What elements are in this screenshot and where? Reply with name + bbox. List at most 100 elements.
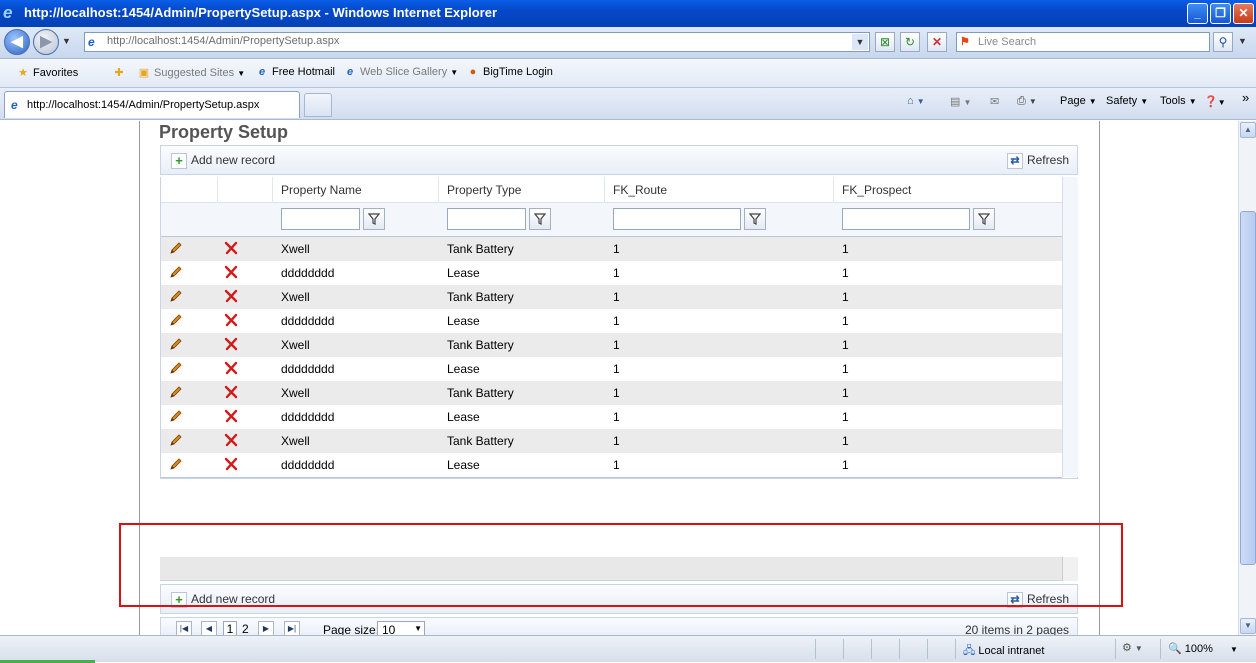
address-dropdown-icon[interactable]: ▼ (852, 34, 868, 50)
web-slice-gallery-link[interactable]: e Web Slice Gallery ▼ (343, 66, 458, 78)
search-options-icon[interactable]: ▼ (1238, 36, 1247, 46)
search-placeholder: Live Search (978, 36, 1037, 48)
edit-pencil-icon[interactable] (169, 433, 183, 447)
compatibility-view-button[interactable]: ⊠ (875, 32, 895, 52)
page-viewport: Property Setup + Add new record ⇄ Refresh … (0, 121, 1238, 635)
home-icon[interactable]: ⌂ ▼ (907, 95, 925, 107)
scroll-down-icon[interactable]: ▼ (1240, 618, 1256, 634)
page-2-link[interactable]: 2 (242, 622, 249, 635)
refresh-page-icon[interactable]: ↻ (900, 32, 920, 52)
grid-header: Property Name Property Type FK_Route FK_… (161, 177, 1062, 203)
header-fk-prospect[interactable]: FK_Prospect (833, 177, 1062, 203)
tab-row: e http://localhost:1454/Admin/PropertySe… (0, 88, 1256, 120)
ie-page-icon: e (11, 98, 18, 112)
back-button[interactable]: ◀ (4, 29, 30, 55)
filter-property-name-input[interactable] (281, 208, 360, 230)
annotation-highlight-box (119, 523, 1123, 607)
free-hotmail-label: Free Hotmail (272, 66, 335, 78)
filter-property-type-button[interactable] (529, 208, 551, 230)
edit-pencil-icon[interactable] (169, 289, 183, 303)
delete-icon[interactable] (224, 385, 238, 399)
scroll-thumb[interactable] (1240, 211, 1256, 565)
table-row: dddddddd Lease 1 1 (161, 309, 1062, 333)
zoom-control[interactable]: 🔍 100% ▼ (1168, 642, 1238, 655)
tab-title: http://localhost:1454/Admin/PropertySetu… (27, 99, 260, 111)
filter-property-type-input[interactable] (447, 208, 526, 230)
delete-icon[interactable] (224, 409, 238, 423)
cell-property-type: Tank Battery (447, 386, 514, 400)
cell-fk-route: 1 (613, 314, 620, 328)
new-tab-button[interactable] (304, 93, 332, 117)
tools-menu[interactable]: Tools ▼ (1160, 95, 1197, 107)
edit-pencil-icon[interactable] (169, 457, 183, 471)
live-search-icon: ⚑ (960, 36, 970, 48)
table-row: dddddddd Lease 1 1 (161, 405, 1062, 429)
vertical-scrollbar[interactable]: ▲ ▼ (1238, 121, 1256, 635)
cell-fk-prospect: 1 (842, 242, 849, 256)
filter-fk-route-input[interactable] (613, 208, 741, 230)
suggested-sites-link[interactable]: ▣ Suggested Sites ▼ (137, 66, 245, 79)
add-new-record-button[interactable]: + Add new record (171, 153, 275, 169)
add-to-favorites-icon[interactable]: ✚ (112, 66, 129, 79)
cell-fk-prospect: 1 (842, 410, 849, 424)
table-row: dddddddd Lease 1 1 (161, 357, 1062, 381)
edit-pencil-icon[interactable] (169, 241, 183, 255)
filter-fk-prospect-input[interactable] (842, 208, 970, 230)
header-fk-route[interactable]: FK_Route (604, 177, 833, 203)
search-input[interactable]: ⚑ Live Search (956, 32, 1210, 52)
recent-pages-dropdown-icon[interactable]: ▼ (62, 36, 71, 46)
favorites-button[interactable]: ★ Favorites (16, 66, 78, 79)
security-zone[interactable]: 🖧 Local intranet (963, 642, 1044, 661)
print-icon[interactable]: ⎙ ▼ (1017, 95, 1037, 108)
filter-property-name-button[interactable] (363, 208, 385, 230)
delete-icon[interactable] (224, 433, 238, 447)
last-page-icon[interactable]: ▶| (284, 621, 300, 635)
edit-pencil-icon[interactable] (169, 361, 183, 375)
filter-fk-route-button[interactable] (744, 208, 766, 230)
cell-property-type: Lease (447, 458, 480, 472)
next-page-icon[interactable]: ▶ (258, 621, 274, 635)
filter-fk-prospect-button[interactable] (973, 208, 995, 230)
edit-pencil-icon[interactable] (169, 313, 183, 327)
cell-property-name: Xwell (281, 290, 310, 304)
header-property-type[interactable]: Property Type (438, 177, 604, 203)
more-commands-icon[interactable]: » (1242, 90, 1249, 105)
first-page-icon[interactable]: |◀ (176, 621, 192, 635)
read-mail-icon[interactable]: ✉ (990, 95, 999, 108)
table-row: Xwell Tank Battery 1 1 (161, 333, 1062, 357)
address-bar[interactable]: e http://localhost:1454/Admin/PropertySe… (84, 32, 870, 52)
delete-icon[interactable] (224, 361, 238, 375)
delete-icon[interactable] (224, 241, 238, 255)
help-icon[interactable]: ❓▼ (1204, 95, 1226, 108)
safety-menu[interactable]: Safety ▼ (1106, 95, 1148, 107)
delete-icon[interactable] (224, 337, 238, 351)
protected-mode-icon[interactable]: ⚙ ▼ (1122, 641, 1143, 654)
edit-pencil-icon[interactable] (169, 409, 183, 423)
stop-icon[interactable]: ✕ (927, 32, 947, 52)
header-property-name[interactable]: Property Name (272, 177, 438, 203)
tab-property-setup[interactable]: e http://localhost:1454/Admin/PropertySe… (4, 91, 300, 118)
feeds-icon[interactable]: ▤ ▼ (950, 95, 971, 108)
page-size-select[interactable]: 10 ▼ (377, 621, 425, 635)
delete-icon[interactable] (224, 265, 238, 279)
search-icon[interactable]: ⚲ (1213, 32, 1233, 52)
free-hotmail-link[interactable]: e Free Hotmail (255, 66, 335, 78)
edit-pencil-icon[interactable] (169, 337, 183, 351)
forward-button[interactable]: ▶ (33, 29, 59, 55)
close-button[interactable]: ✕ (1233, 3, 1254, 24)
star-icon: ★ (18, 67, 28, 79)
edit-pencil-icon[interactable] (169, 265, 183, 279)
bigtime-login-link[interactable]: ● BigTime Login (466, 66, 553, 78)
page-1-link[interactable]: 1 (223, 621, 237, 635)
favorites-bar: ★ Favorites ✚ ▣ Suggested Sites ▼ e Free Ho… (0, 59, 1256, 88)
delete-icon[interactable] (224, 457, 238, 471)
restore-button[interactable]: ❐ (1210, 3, 1231, 24)
scroll-up-icon[interactable]: ▲ (1240, 122, 1256, 138)
edit-pencil-icon[interactable] (169, 385, 183, 399)
minimize-button[interactable]: _ (1187, 3, 1208, 24)
delete-icon[interactable] (224, 289, 238, 303)
page-menu[interactable]: Page ▼ (1060, 95, 1097, 107)
refresh-button[interactable]: ⇄ Refresh (1006, 153, 1069, 169)
prev-page-icon[interactable]: ◀ (201, 621, 217, 635)
delete-icon[interactable] (224, 313, 238, 327)
